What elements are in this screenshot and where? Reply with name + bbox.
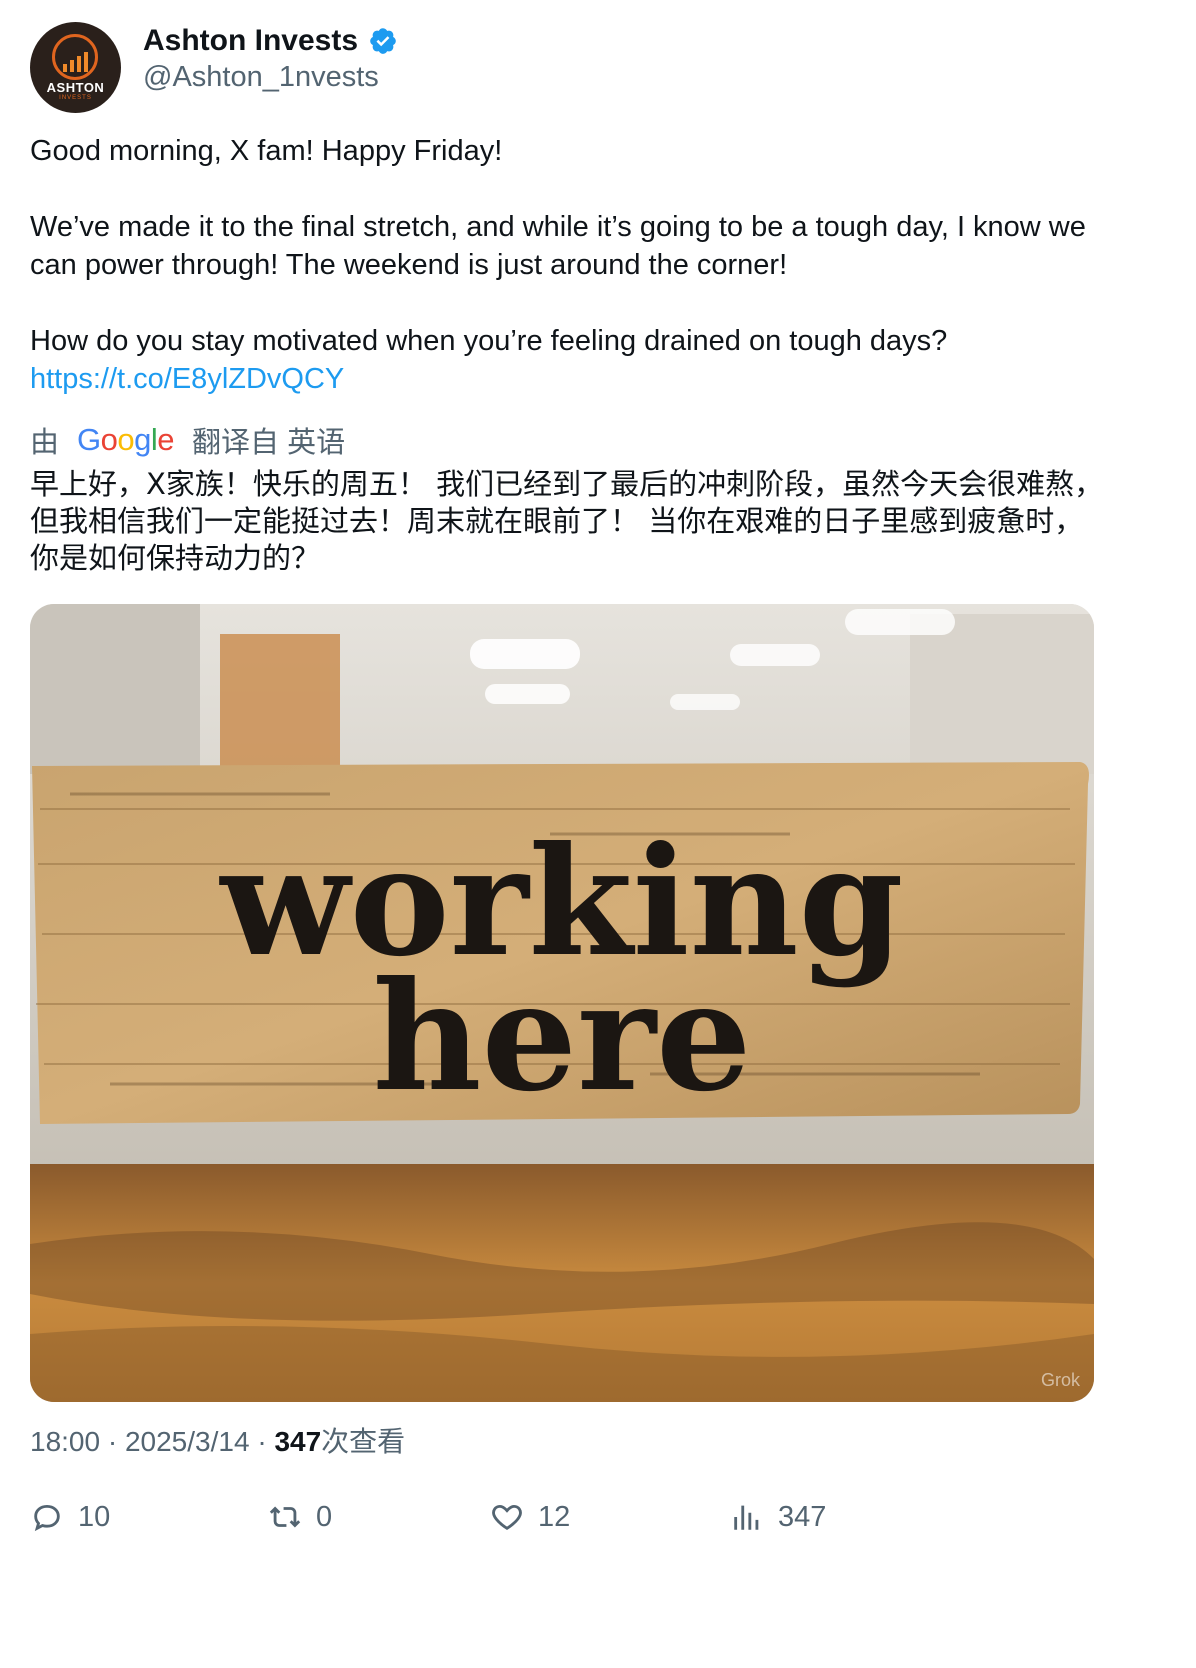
post-time[interactable]: 18:00	[30, 1426, 100, 1457]
google-logo: Google	[77, 422, 175, 457]
verified-badge-icon	[370, 28, 396, 54]
views-button[interactable]: 347	[730, 1500, 826, 1534]
handle[interactable]: @Ashton_1nvests	[143, 58, 398, 96]
grok-watermark: Grok	[1041, 1370, 1081, 1390]
views-label: 次查看	[321, 1426, 406, 1457]
meta-separator: ·	[107, 1426, 125, 1457]
heart-icon	[492, 1504, 522, 1530]
translation-prefix: 由	[30, 427, 60, 459]
working-here-sign-photo: working here Grok	[30, 604, 1094, 1402]
chart-bars-icon	[63, 50, 88, 72]
meta-separator: ·	[257, 1426, 275, 1457]
repost-icon	[269, 1506, 301, 1528]
post-text-block: Good morning, X fam! Happy Friday! We’ve…	[30, 132, 1100, 398]
views-count: 347	[274, 1426, 322, 1457]
translation-suffix: 翻译自 英语	[192, 427, 346, 459]
display-name-row[interactable]: Ashton Invests	[143, 24, 398, 58]
avatar-brand-subtext: INVESTS	[59, 95, 92, 101]
author-names: Ashton Invests @Ashton_1nvests	[143, 24, 398, 113]
reply-icon	[34, 1504, 60, 1532]
analytics-icon	[734, 1505, 759, 1530]
translation-attribution[interactable]: 由 Google 翻译自 英语	[30, 418, 345, 462]
views-action-count: 347	[778, 1500, 827, 1533]
reply-count: 10	[78, 1500, 111, 1533]
display-name[interactable]: Ashton Invests	[143, 24, 358, 58]
reply-button[interactable]: 10	[30, 1500, 110, 1534]
post-link[interactable]: https://t.co/E8ylZDvQCY	[30, 360, 1100, 398]
post-image[interactable]: working here Grok	[30, 604, 1094, 1402]
post-date[interactable]: 2025/3/14	[125, 1426, 250, 1457]
repost-button[interactable]: 0	[268, 1500, 332, 1534]
avatar-brand-text: ASHTON	[46, 80, 105, 95]
repost-count: 0	[316, 1500, 333, 1533]
post-meta: 18:00 · 2025/3/14 · 347次查看	[30, 1420, 405, 1460]
like-count: 12	[538, 1500, 571, 1533]
post-header: ASHTON INVESTS Ashton Invests @Ashton_1n…	[30, 22, 398, 113]
post-text: Good morning, X fam! Happy Friday! We’ve…	[30, 135, 1086, 357]
avatar[interactable]: ASHTON INVESTS	[30, 22, 121, 113]
translated-text: 早上好，X家族！快乐的周五！ 我们已经到了最后的冲刺阶段，虽然今天会很难熬，但我…	[30, 467, 1104, 575]
action-bar: 10 0 12 347	[30, 1500, 1130, 1550]
like-button[interactable]: 12	[490, 1500, 570, 1534]
sign-text-line2: here	[373, 949, 752, 1125]
